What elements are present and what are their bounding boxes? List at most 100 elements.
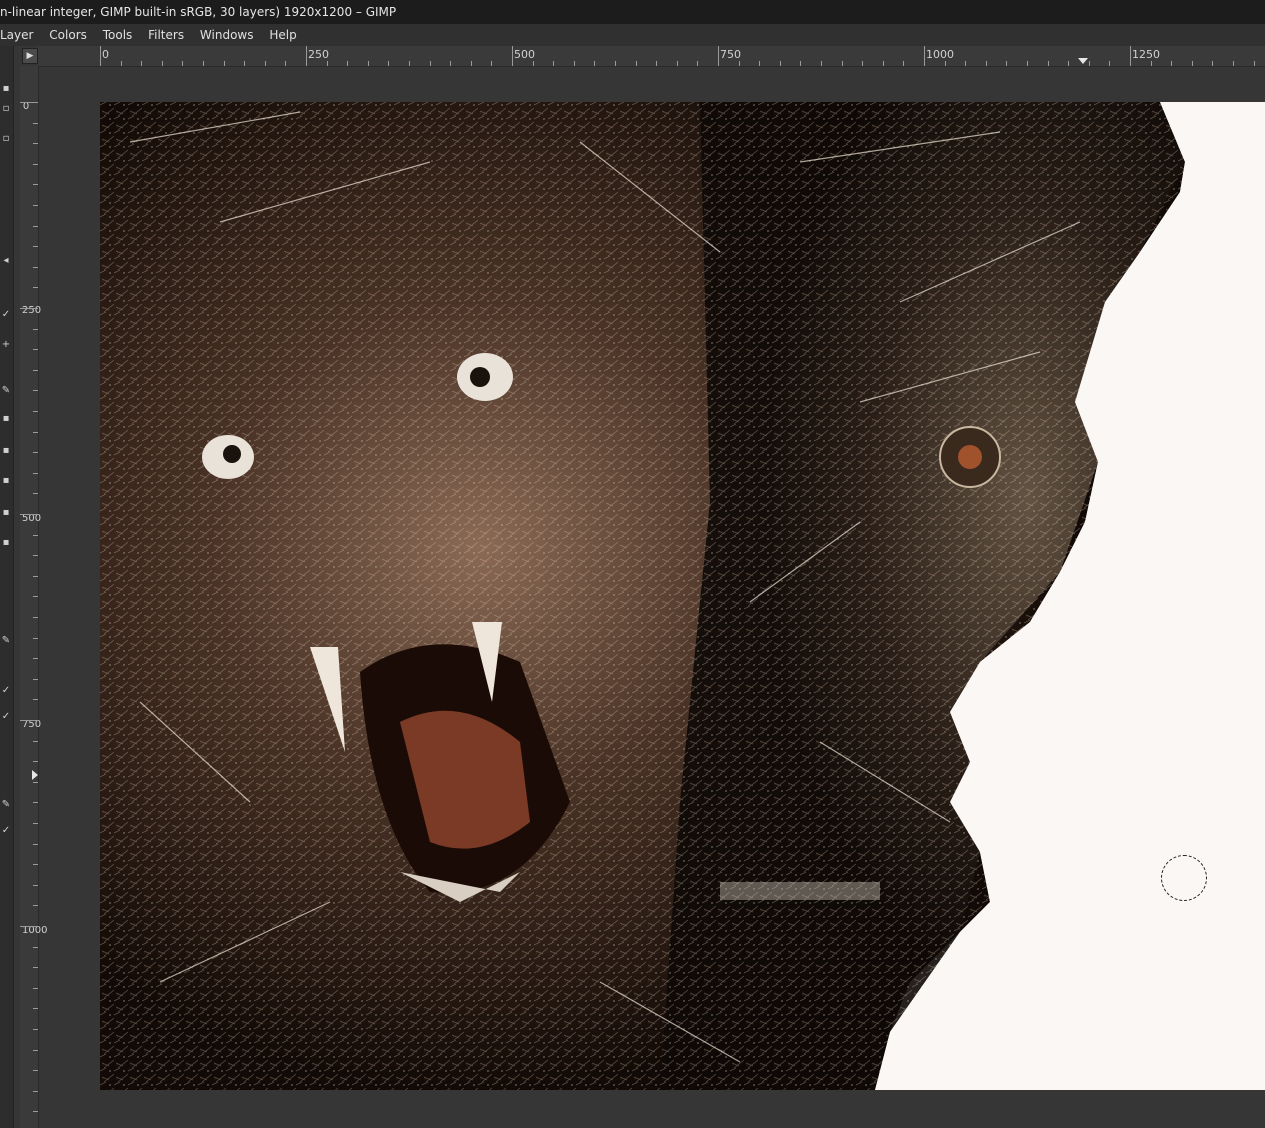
vruler-label-0: 0 (22, 101, 30, 112)
ruler-tick (33, 1070, 38, 1072)
ruler-tick (573, 61, 575, 66)
vertical-ruler[interactable]: 0 250 500 750 1000 (20, 66, 48, 1128)
ruler-tick (33, 946, 38, 948)
ruler-tick (33, 987, 38, 989)
window-titlebar: n-linear integer, GIMP built-in sRGB, 30… (0, 0, 1265, 24)
ruler-tick (33, 163, 38, 165)
dock-edit-icon-3[interactable]: ✎ (0, 798, 12, 812)
ruler-tick (903, 61, 905, 66)
ruler-tick (33, 266, 38, 268)
ruler-tick (512, 46, 513, 66)
menu-tools[interactable]: Tools (97, 24, 139, 46)
ruler-tick (470, 61, 472, 66)
ruler-tick (33, 884, 38, 886)
ruler-tick (759, 61, 761, 66)
dock-dot-icon-2[interactable]: ▫ (0, 132, 12, 146)
quick-mask-toggle-icon[interactable]: ▶ (22, 48, 38, 64)
ruler-label-500: 500 (514, 48, 535, 61)
dock-layer-icon-4[interactable]: ▪ (0, 506, 12, 520)
ruler-tick (450, 61, 452, 66)
vruler-label-750: 750 (22, 719, 42, 730)
dock-layer-icon-1[interactable]: ▪ (0, 412, 12, 426)
menu-colors[interactable]: Colors (43, 24, 93, 46)
vruler-label-500: 500 (22, 513, 42, 524)
dock-edit-icon-2[interactable]: ✎ (0, 634, 12, 648)
ruler-tick (223, 61, 225, 66)
ruler-tick (738, 61, 740, 66)
vruler-label-1000: 1000 (22, 925, 48, 936)
ruler-tick (33, 1111, 38, 1113)
ruler-tick (1130, 46, 1131, 66)
ruler-tick (182, 61, 184, 66)
ruler-tick (656, 61, 658, 66)
sample-point-arrow-icon (32, 770, 38, 780)
ruler-tick (203, 61, 204, 66)
ruler-tick (1068, 61, 1070, 66)
ruler-pointer-marker (1078, 58, 1088, 64)
ruler-tick (367, 61, 369, 66)
ruler-tick (33, 1049, 38, 1051)
ruler-label-250: 250 (308, 48, 329, 61)
dock-check-icon-3[interactable]: ✓ (0, 710, 12, 724)
dock-dot-icon[interactable]: ▫ (0, 102, 12, 116)
ruler-tick (33, 184, 38, 186)
ruler-tick (1088, 61, 1090, 66)
tiger-skull-artwork (100, 102, 1265, 1090)
ruler-tick (33, 328, 38, 330)
menu-windows[interactable]: Windows (194, 24, 260, 46)
ruler-tick (33, 596, 38, 598)
brush-outline-cursor (1161, 855, 1207, 901)
ruler-tick (306, 46, 307, 66)
ruler-tick (33, 1090, 38, 1092)
ruler-tick (1027, 61, 1028, 66)
ruler-tick (33, 781, 38, 783)
ruler-tick (965, 61, 967, 66)
ruler-tick (120, 61, 122, 66)
ruler-tick (285, 61, 287, 66)
dock-layer-icon-2[interactable]: ▪ (0, 444, 12, 458)
dock-check-icon[interactable]: ✓ (0, 308, 12, 322)
ruler-tick (141, 61, 143, 66)
dock-edit-icon[interactable]: ✎ (0, 384, 12, 398)
ruler-tick (615, 61, 616, 66)
ruler-tick (33, 411, 38, 412)
ruler-tick (33, 493, 38, 495)
dock-layer-icon-5[interactable]: ▪ (0, 536, 12, 550)
ruler-tick (1191, 61, 1193, 66)
ruler-tick (33, 843, 38, 845)
ruler-tick (33, 802, 38, 804)
ruler-tick (532, 61, 534, 66)
ruler-tick (944, 61, 946, 66)
ruler-tick (388, 61, 390, 66)
menu-help[interactable]: Help (263, 24, 302, 46)
dock-collapse-icon[interactable]: ◂ (0, 254, 12, 268)
ruler-tick (33, 369, 38, 371)
dock-layer-icon-3[interactable]: ▪ (0, 474, 12, 488)
dock-add-icon[interactable]: + (0, 338, 12, 352)
ruler-tick (33, 205, 38, 206)
window-title: n-linear integer, GIMP built-in sRGB, 30… (0, 5, 397, 19)
dock-square-icon[interactable]: ▪ (0, 82, 12, 96)
ruler-tick (33, 740, 38, 742)
ruler-tick (553, 61, 555, 66)
ruler-tick (1233, 61, 1234, 66)
ruler-tick (33, 637, 38, 639)
ruler-tick (676, 61, 678, 66)
ruler-tick (33, 1029, 38, 1030)
ruler-tick (33, 555, 38, 557)
ruler-tick (635, 61, 637, 66)
ruler-tick (697, 61, 699, 66)
dock-check-icon-4[interactable]: ✓ (0, 824, 12, 838)
ruler-tick (33, 1008, 38, 1010)
menu-layer[interactable]: Layer (0, 24, 39, 46)
ruler-tick (1047, 61, 1049, 66)
ruler-tick (33, 122, 38, 124)
ruler-tick (33, 699, 38, 701)
menu-filters[interactable]: Filters (142, 24, 190, 46)
menubar: Layer Colors Tools Filters Windows Help (0, 24, 1265, 46)
image-canvas[interactable] (100, 102, 1265, 1090)
ruler-label-0: 0 (102, 48, 109, 61)
dock-check-icon-2[interactable]: ✓ (0, 684, 12, 698)
ruler-tick (33, 575, 38, 577)
ruler-tick (1253, 61, 1255, 66)
